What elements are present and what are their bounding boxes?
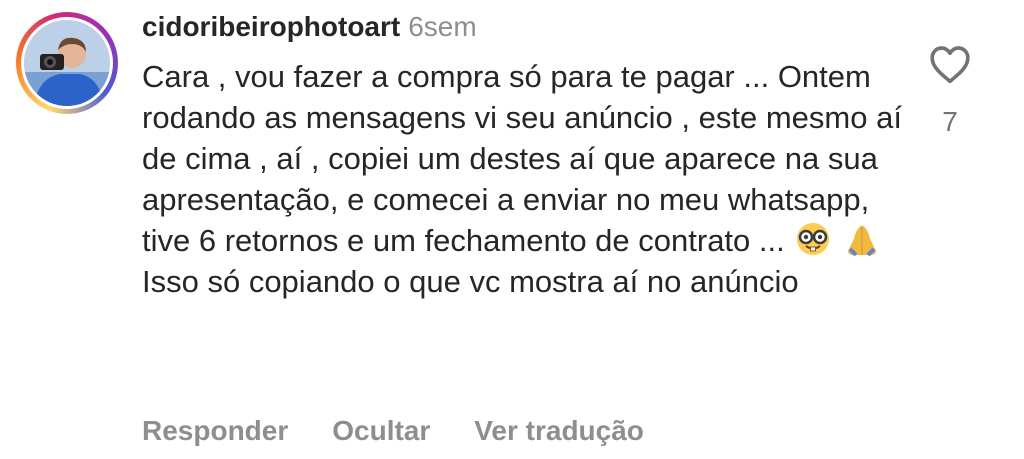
comment-actions: Responder Ocultar Ver tradução	[142, 414, 688, 448]
like-count: 7	[942, 106, 958, 137]
username[interactable]: cidoribeirophotoart	[142, 11, 400, 42]
comment-text: Cara , vou fazer a compra só para te pag…	[142, 56, 922, 302]
comment-header: cidoribeirophotoart 6sem	[142, 10, 477, 44]
see-translation-button[interactable]: Ver tradução	[474, 415, 644, 446]
like-area: 7	[920, 44, 980, 138]
heart-outline-icon[interactable]	[928, 44, 972, 84]
timestamp: 6sem	[408, 11, 477, 42]
hide-button[interactable]: Ocultar	[332, 415, 430, 446]
folded-hands-emoji	[842, 221, 882, 257]
avatar[interactable]	[24, 20, 110, 106]
comment-text-part-1: Cara , vou fazer a compra só para te pag…	[142, 59, 902, 258]
comment-item: cidoribeirophotoart 6sem Cara , vou fazer…	[0, 0, 1024, 459]
nerd-face-emoji	[793, 221, 833, 257]
comment-text-part-2: Isso só copiando o que vc mostra aí no a…	[142, 264, 799, 299]
reply-button[interactable]: Responder	[142, 415, 288, 446]
